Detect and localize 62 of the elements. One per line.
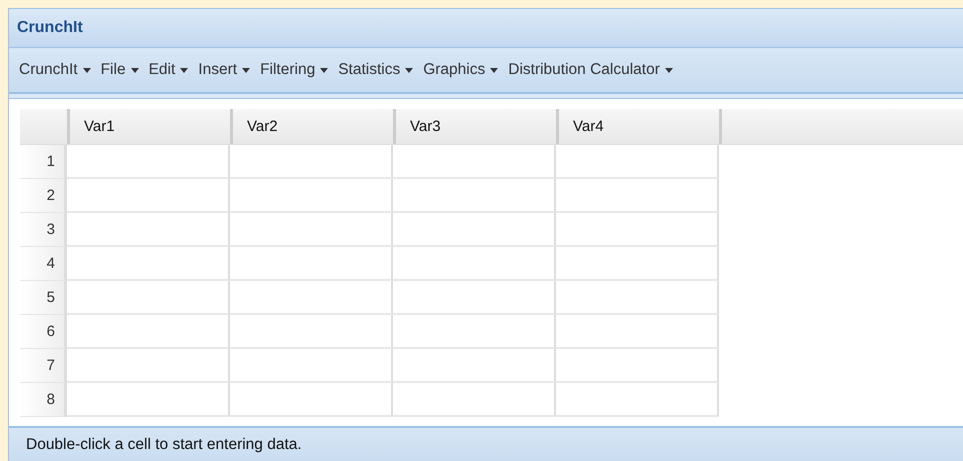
table-cell[interactable]: [393, 179, 556, 213]
table-cell[interactable]: [230, 247, 393, 281]
table-cell[interactable]: [67, 315, 230, 349]
table-cell[interactable]: [230, 383, 393, 417]
table-cell[interactable]: [393, 247, 556, 281]
table-cell[interactable]: [556, 281, 719, 315]
status-text: Double-click a cell to start entering data.: [26, 436, 302, 454]
row-number: 1: [20, 145, 67, 179]
table-cell[interactable]: [67, 145, 230, 179]
window-title: CrunchIt: [17, 19, 83, 37]
menu-item[interactable]: Insert: [194, 61, 254, 79]
table-cell[interactable]: [67, 349, 230, 383]
row-number: 3: [20, 213, 67, 247]
table-cell[interactable]: [230, 349, 393, 383]
menu-item[interactable]: Edit: [144, 61, 192, 79]
column-header[interactable]: Var1: [70, 109, 233, 144]
table-cell[interactable]: [230, 145, 393, 179]
menu-item[interactable]: Statistics: [334, 61, 418, 79]
menu-item[interactable]: Graphics: [419, 61, 502, 79]
menu-item[interactable]: Distribution Calculator: [504, 61, 677, 79]
table-cell[interactable]: [556, 213, 719, 247]
table-cell[interactable]: [67, 179, 230, 213]
table-cell[interactable]: [556, 179, 719, 213]
caret-icon: [180, 68, 188, 72]
table-cell[interactable]: [67, 281, 230, 315]
menu-item[interactable]: File: [96, 61, 143, 79]
caret-icon: [320, 68, 328, 72]
table-cell[interactable]: [393, 213, 556, 247]
caret-icon: [130, 68, 139, 72]
menu-item[interactable]: CrunchIt: [15, 61, 95, 79]
table-cell[interactable]: [230, 213, 393, 247]
table-cell[interactable]: [67, 213, 230, 247]
row-number: 2: [20, 179, 67, 213]
column-header[interactable]: Var4: [559, 109, 722, 144]
menu-item[interactable]: Filtering: [256, 61, 332, 79]
row-number: 5: [20, 281, 67, 315]
table-cell[interactable]: [393, 315, 556, 349]
table-cell[interactable]: [67, 247, 230, 281]
row-number: 8: [20, 383, 67, 417]
table-cell[interactable]: [230, 281, 393, 315]
caret-icon: [490, 68, 498, 72]
caret-icon: [405, 68, 414, 72]
table-cell[interactable]: [556, 349, 719, 383]
row-number: 4: [20, 247, 67, 281]
table-cell[interactable]: [556, 383, 719, 417]
row-number: 6: [20, 315, 67, 349]
table-cell[interactable]: [556, 145, 719, 179]
table-cell[interactable]: [556, 315, 719, 349]
table-cell[interactable]: [393, 145, 556, 179]
table-cell[interactable]: [393, 281, 556, 315]
caret-icon: [82, 68, 91, 72]
table-cell[interactable]: [393, 349, 556, 383]
caret-icon: [242, 68, 250, 72]
table-cell[interactable]: [556, 247, 719, 281]
table-cell[interactable]: [393, 383, 556, 417]
table-cell[interactable]: [230, 179, 393, 213]
row-number: 7: [20, 349, 67, 383]
caret-icon: [664, 68, 673, 72]
column-header[interactable]: Var3: [396, 109, 559, 144]
column-header[interactable]: Var2: [233, 109, 396, 144]
table-cell[interactable]: [230, 315, 393, 349]
table-cell[interactable]: [67, 383, 230, 417]
